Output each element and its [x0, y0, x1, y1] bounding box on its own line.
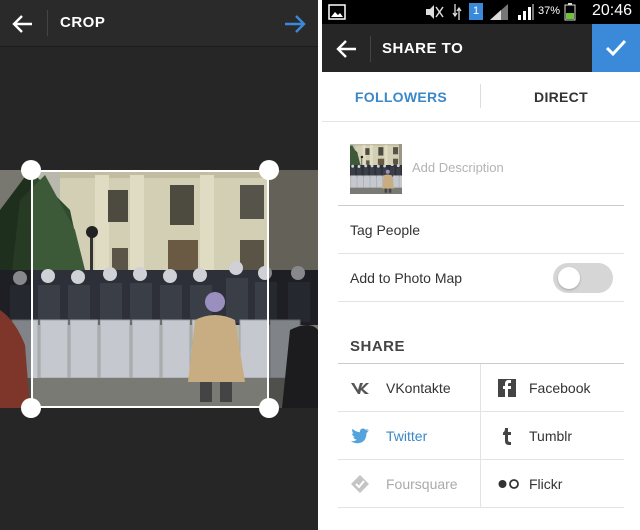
- share-foursquare[interactable]: Foursquare: [338, 460, 481, 508]
- crop-toolbar: CROP: [0, 0, 318, 47]
- twitter-icon: [351, 428, 369, 444]
- battery-percent: 37%: [538, 5, 561, 17]
- tab-divider: [480, 84, 481, 108]
- share-targets-grid: VKontakte Facebook Twitter Tumblr Foursq…: [338, 364, 624, 508]
- foursquare-icon: [351, 475, 369, 493]
- crop-handle-top-left[interactable]: [21, 160, 41, 180]
- share-options: Tag People Add to Photo Map SHARE VKonta…: [338, 122, 624, 508]
- crop-screen: CROP: [0, 0, 318, 530]
- share-screen: 1 37% 20:46 SHARE TO FOLLOWERS DIRECT Ad…: [322, 0, 640, 530]
- share-label: Foursquare: [386, 476, 458, 492]
- share-heading: SHARE: [350, 338, 406, 355]
- next-arrow-icon[interactable]: [282, 11, 308, 37]
- share-section-header: SHARE: [338, 302, 624, 364]
- share-flickr[interactable]: Flickr: [481, 460, 624, 508]
- share-label: Flickr: [529, 476, 563, 492]
- audience-tabs: FOLLOWERS DIRECT: [322, 72, 640, 122]
- share-facebook[interactable]: Facebook: [481, 364, 624, 412]
- tumblr-icon: [503, 428, 511, 445]
- gallery-icon: [328, 4, 346, 20]
- description-row: [338, 122, 624, 206]
- photo-map-row: Add to Photo Map: [338, 254, 624, 302]
- vk-icon: [351, 383, 369, 394]
- share-label: Twitter: [386, 428, 428, 444]
- share-title: SHARE TO: [382, 40, 464, 57]
- photo-map-label: Add to Photo Map: [350, 270, 463, 286]
- back-arrow-icon[interactable]: [10, 11, 36, 37]
- share-label: Tumblr: [529, 428, 573, 444]
- share-row: Twitter Tumblr: [338, 412, 624, 460]
- cell-signal-icon: [518, 4, 534, 20]
- tag-people-row[interactable]: Tag People: [338, 206, 624, 254]
- share-label: VKontakte: [386, 380, 451, 396]
- crop-handle-top-right[interactable]: [259, 160, 279, 180]
- crop-title: CROP: [60, 14, 106, 31]
- confirm-share-button[interactable]: [592, 24, 640, 72]
- tab-direct[interactable]: DIRECT: [482, 72, 640, 122]
- toolbar-divider: [47, 10, 48, 36]
- data-transfer-icon: [452, 4, 462, 20]
- share-twitter[interactable]: Twitter: [338, 412, 481, 460]
- share-label: Facebook: [529, 380, 591, 396]
- share-vkontakte[interactable]: VKontakte: [338, 364, 481, 412]
- toggle-knob: [558, 267, 580, 289]
- tag-people-label: Tag People: [350, 222, 421, 238]
- notification-badge: 1: [469, 3, 483, 20]
- share-row: VKontakte Facebook: [338, 364, 624, 412]
- share-tumblr[interactable]: Tumblr: [481, 412, 624, 460]
- clock: 20:46: [591, 2, 632, 19]
- signal-strength-icon: [490, 4, 508, 20]
- battery-icon: [564, 3, 576, 21]
- toolbar-divider: [370, 36, 371, 62]
- tab-followers[interactable]: FOLLOWERS: [322, 72, 480, 122]
- facebook-icon: [498, 379, 516, 397]
- photo-map-toggle[interactable]: [553, 263, 613, 293]
- crop-handle-bottom-right[interactable]: [259, 398, 279, 418]
- share-toolbar: SHARE TO: [322, 24, 640, 72]
- share-row: Foursquare Flickr: [338, 460, 624, 508]
- status-bar: 1 37% 20:46: [322, 0, 640, 24]
- mute-icon: [426, 5, 444, 19]
- checkmark-icon: [605, 39, 627, 57]
- crop-frame[interactable]: [31, 170, 269, 408]
- description-input[interactable]: [412, 160, 612, 175]
- photo-thumbnail: [350, 144, 402, 194]
- crop-handle-bottom-left[interactable]: [21, 398, 41, 418]
- back-arrow-icon[interactable]: [334, 36, 360, 62]
- flickr-icon: [498, 479, 519, 489]
